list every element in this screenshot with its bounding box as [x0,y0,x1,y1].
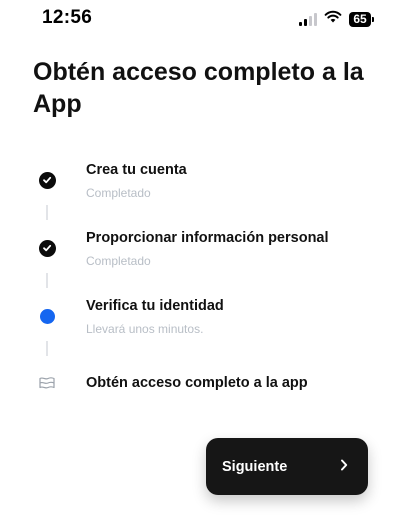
step-connector [46,341,48,356]
chevron-right-icon [340,458,348,476]
screen: 12:56 65 Obtén acceso completo a la App … [0,0,420,518]
step-title: Proporcionar información personal [86,230,329,246]
battery-cap [372,16,374,22]
step-subtitle: Completado [86,186,151,200]
next-button[interactable]: Siguiente [206,438,368,495]
checkmark-circle-icon [38,171,56,189]
step-title: Crea tu cuenta [86,162,187,178]
signal-bar [309,15,312,26]
step-title: Verifica tu identidad [86,298,224,314]
status-bar: 12:56 65 [0,0,420,36]
step-connector [46,205,48,220]
battery-icon: 65 [349,11,374,27]
next-button-label: Siguiente [222,458,288,475]
status-time: 12:56 [42,7,93,28]
page-title: Obtén acceso completo a la App [33,58,364,118]
signal-bar [299,21,302,26]
step-subtitle: Llevará unos minutos. [86,322,204,336]
signal-icon [299,12,317,26]
step-subtitle: Completado [86,254,151,268]
battery-level: 65 [349,11,371,27]
step-title: Obtén acceso completo a la app [86,375,308,391]
step-connector [46,273,48,288]
flag-icon [38,374,56,392]
status-indicators: 65 [299,10,374,28]
wifi-icon [324,10,342,28]
signal-bar [314,12,317,26]
blue-dot-icon [38,307,56,325]
checkmark-circle-icon [38,239,56,257]
signal-bar [304,18,307,26]
